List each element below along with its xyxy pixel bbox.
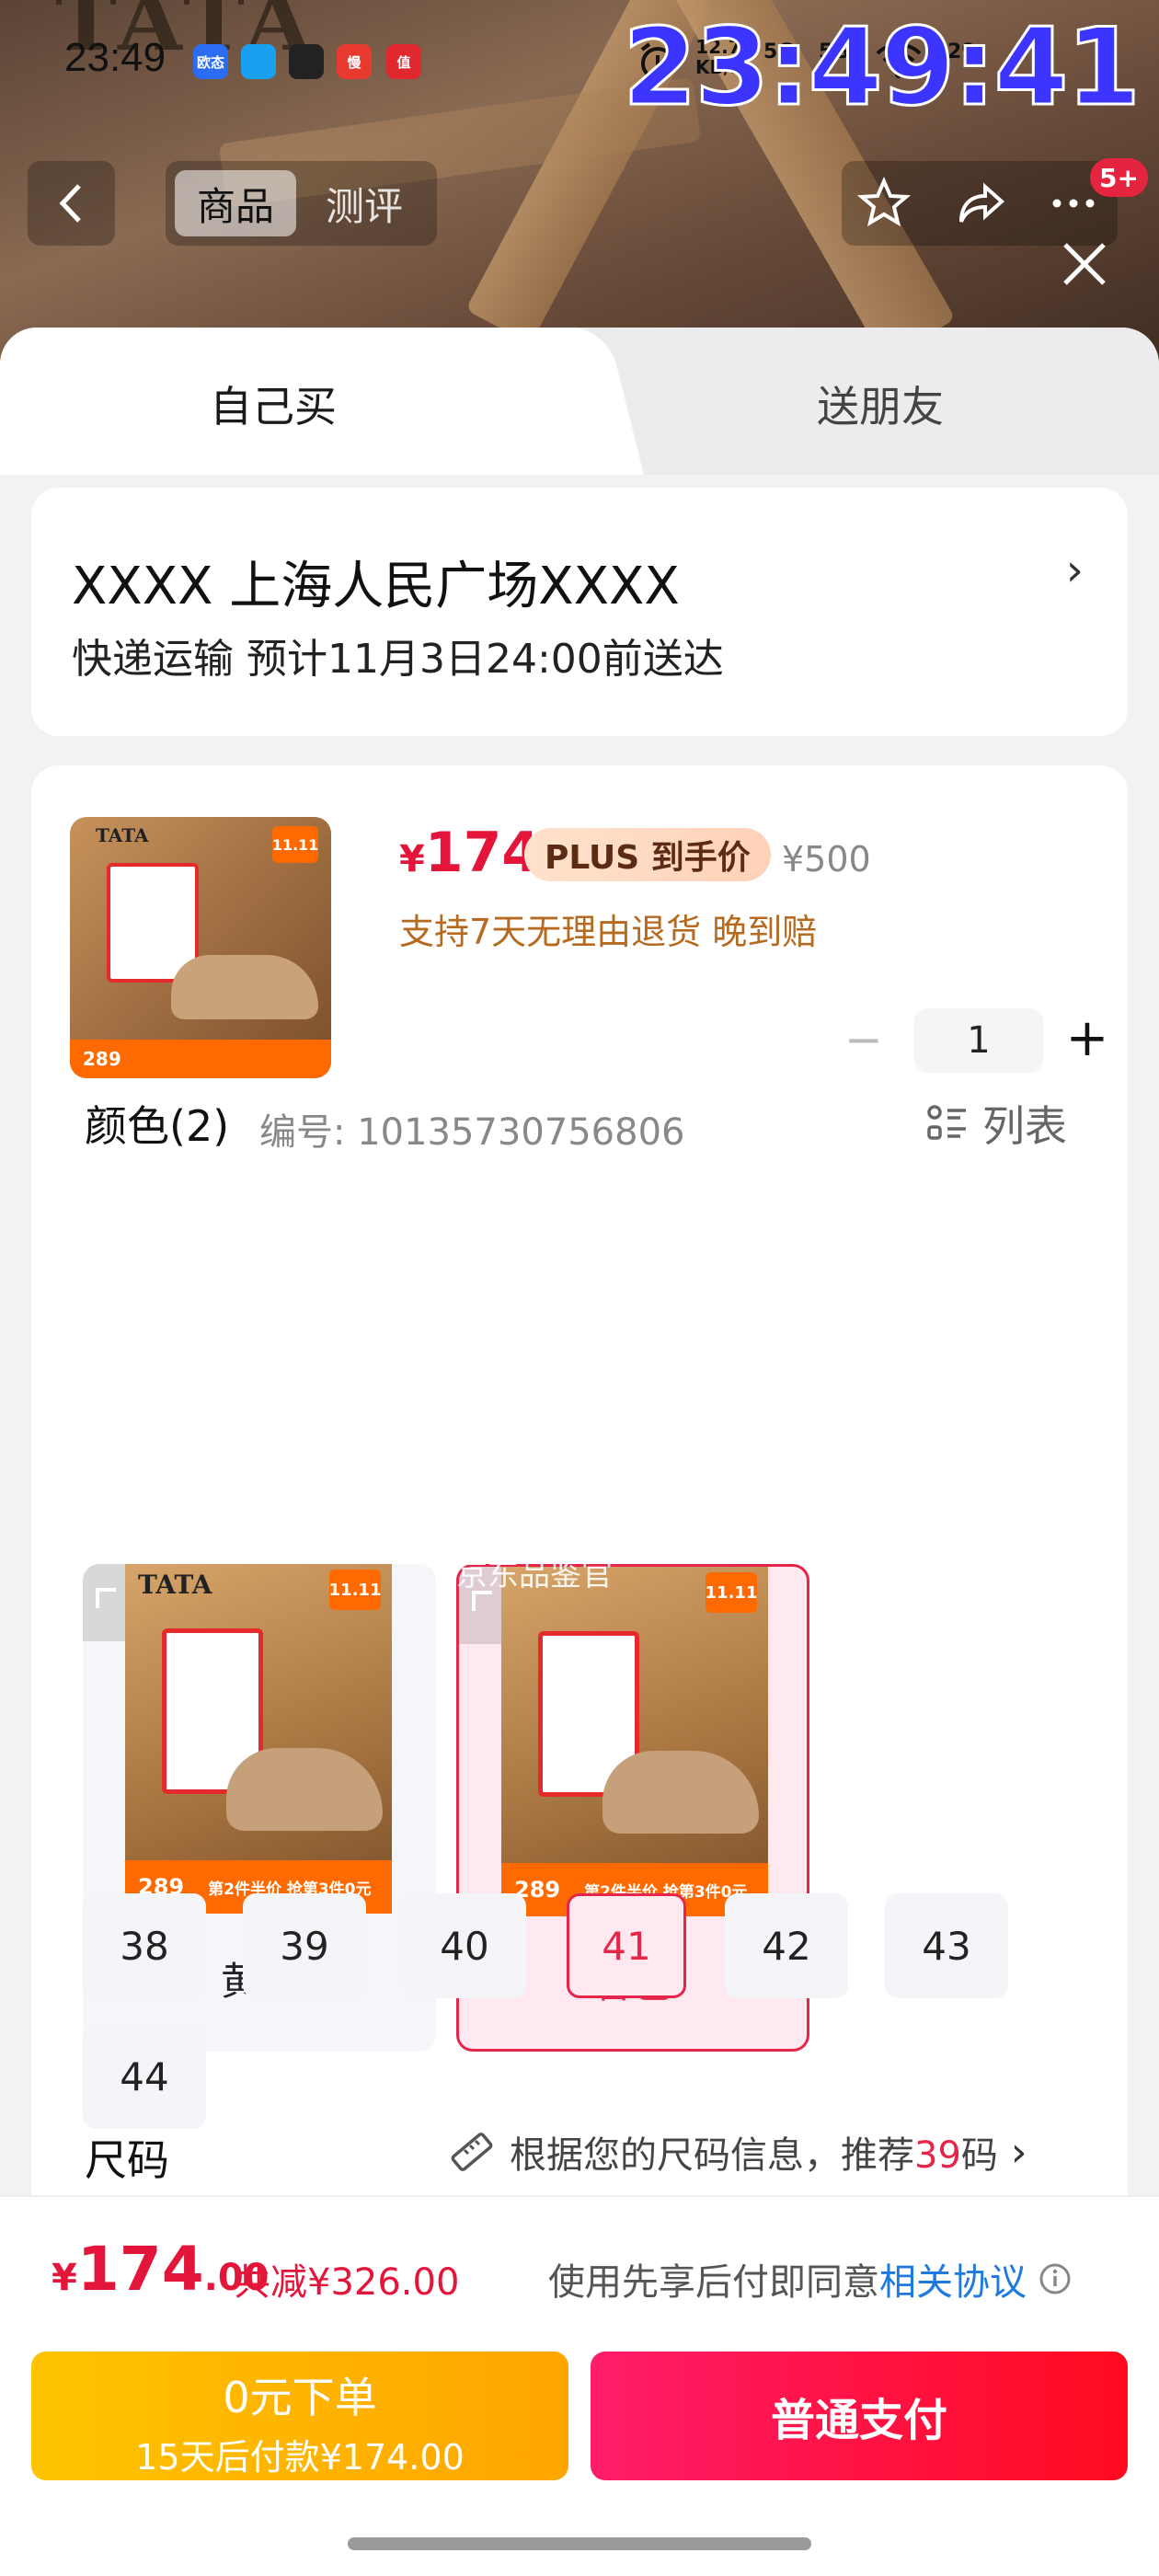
color-option-tag: 11.11 <box>706 1572 757 1613</box>
pay-later-subtitle: 15天后付款¥174.00 <box>135 2437 465 2478</box>
more-badge: 5+ <box>1090 158 1148 197</box>
total-currency: ¥ <box>52 2257 77 2299</box>
close-icon <box>1063 243 1106 285</box>
chevron-left-icon <box>59 184 81 223</box>
original-price: ¥500 <box>782 839 871 880</box>
address-card[interactable]: XXXX 上海人民广场XXXX › 快递运输 预计11月3日24:00前送达 <box>31 488 1128 736</box>
service-promises: 支持7天无理由退货 晚到赔 <box>399 912 818 952</box>
thumb-shoe <box>171 955 318 1019</box>
back-button[interactable] <box>28 161 115 246</box>
color-option-tag: 11.11 <box>329 1570 381 1610</box>
plus-price: ¥174 <box>399 821 540 885</box>
size-hint-prefix: 根据您的尺码信息，推荐 <box>510 2134 914 2177</box>
expand-image-icon[interactable] <box>83 1564 125 1641</box>
status-bar: 23:49 欧态慢值 12.7 KB/s 5G 5G 29 23:49:41 <box>0 0 1159 132</box>
close-sheet-button[interactable] <box>1056 236 1113 293</box>
size-option-38[interactable]: 38 <box>83 1893 206 1998</box>
app-icon-qq <box>289 44 324 79</box>
recommended-size: 39 <box>914 2134 961 2177</box>
thumb-tag: 11.11 <box>272 826 318 863</box>
app-icon-oushi: 欧态 <box>193 44 228 79</box>
quantity-value[interactable]: 1 <box>914 1008 1043 1073</box>
quantity-stepper: − 1 + <box>841 1008 1117 1073</box>
agreement-link[interactable]: 相关协议 <box>879 2261 1027 2304</box>
address-line: XXXX 上海人民广场XXXX <box>72 557 680 616</box>
favorite-button[interactable] <box>855 174 913 233</box>
product-card: TATA 11.11 289 ¥174 PLUS 到手价 ¥500 支持7天无理… <box>31 765 1128 2237</box>
list-icon <box>927 1105 966 1140</box>
product-thumbnail[interactable]: TATA 11.11 289 <box>70 817 331 1078</box>
size-option-42[interactable]: 42 <box>725 1893 848 1998</box>
price-value: 174 <box>424 821 541 885</box>
total-saved: 共减¥326.00 <box>234 2261 460 2304</box>
image-watermark: 京东品鉴官 <box>456 1557 613 1593</box>
normal-pay-button[interactable]: 普通支付 <box>591 2352 1128 2480</box>
plus-price-badge: PLUS 到手价 <box>524 828 771 881</box>
size-option-43[interactable]: 43 <box>885 1893 1008 1998</box>
size-option-41[interactable]: 41 <box>567 1893 686 1998</box>
star-icon <box>856 177 912 227</box>
color-option-shoe <box>602 1751 759 1834</box>
quantity-increase-button[interactable]: + <box>1061 1013 1113 1065</box>
size-option-40[interactable]: 40 <box>403 1893 526 1998</box>
thumb-banner: 289 <box>70 1040 331 1078</box>
color-option-image: TATA 11.11 289 第2件半价 抢第3件0元 <box>125 1564 392 1914</box>
size-section-title: 尺码 <box>85 2135 169 2185</box>
tab-review[interactable]: 测评 <box>304 170 425 236</box>
chevron-right-icon: › <box>1065 545 1084 596</box>
color-option-image: 11.11 289 第2件半价 抢第3件0元 <box>501 1567 768 1916</box>
app-icon-man: 慢 <box>337 44 372 79</box>
chevron-right-icon: › <box>1010 2128 1027 2176</box>
color-section-title: 颜色(2) <box>85 1101 230 1151</box>
clock-overlay: 23:49:41 <box>621 5 1142 132</box>
status-time: 23:49 <box>64 35 166 80</box>
size-option-39[interactable]: 39 <box>243 1893 366 1998</box>
color-option-shoe <box>226 1748 383 1831</box>
home-indicator[interactable] <box>348 2537 811 2550</box>
quantity-decrease-button[interactable]: − <box>841 1017 887 1064</box>
size-option-44[interactable]: 44 <box>83 2024 206 2129</box>
app-icon-blue <box>241 44 276 79</box>
color-option-brand: TATA <box>138 1570 212 1600</box>
share-button[interactable] <box>952 174 1011 233</box>
nav-tabs: 商品 测评 <box>166 161 437 246</box>
list-view-label: 列表 <box>982 1101 1067 1151</box>
total-integer: 174 <box>76 2234 204 2305</box>
pay-bar: ¥174.00 共减¥326.00 使用先享后付即同意相关协议 0元下单 15天… <box>0 2195 1159 2576</box>
info-icon[interactable] <box>1038 2261 1073 2296</box>
size-recommendation[interactable]: 根据您的尺码信息，推荐39码 › <box>447 2125 1027 2179</box>
delivery-estimate: 快递运输 预计11月3日24:00前送达 <box>72 636 724 683</box>
pay-later-button[interactable]: 0元下单 15天后付款¥174.00 <box>31 2352 568 2480</box>
tab-product[interactable]: 商品 <box>175 170 296 236</box>
list-view-toggle[interactable]: 列表 <box>925 1093 1067 1154</box>
tab-gift-friend[interactable]: 送朋友 <box>817 374 944 434</box>
agreement-notice: 使用先享后付即同意相关协议 <box>548 2252 1073 2306</box>
agreement-prefix: 使用先享后付即同意 <box>548 2261 879 2304</box>
buy-mode-tabs: 自己买 送朋友 <box>0 328 1159 475</box>
app-icon-zhi: 值 <box>386 44 421 79</box>
thumb-brand: TATA <box>96 824 149 846</box>
price-currency: ¥ <box>399 838 425 880</box>
pay-later-title: 0元下单 <box>223 2373 377 2422</box>
share-icon <box>959 182 1005 223</box>
size-hint-suffix: 码 <box>960 2134 998 2177</box>
tab-self-buy[interactable]: 自己买 <box>210 374 337 434</box>
ruler-icon <box>451 2133 493 2171</box>
nav-actions <box>842 161 1118 246</box>
product-code: 编号: 10135730756806 <box>259 1111 685 1154</box>
